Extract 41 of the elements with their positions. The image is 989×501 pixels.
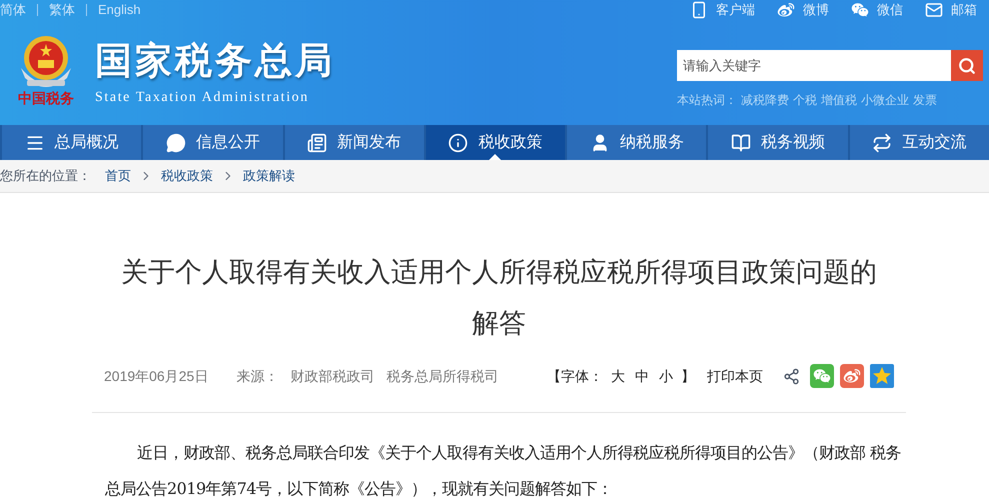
quick-link[interactable]: 邮箱 [925, 0, 977, 20]
print-link[interactable]: 打印本页 [707, 366, 763, 386]
weibo-icon [777, 1, 795, 19]
quick-link[interactable]: 客户端 [690, 0, 755, 20]
article-title: 关于个人取得有关收入适用个人所得税应税所得项目政策问题的解答 [120, 256, 878, 340]
font-size-option[interactable]: 小 [659, 366, 673, 386]
quick-link[interactable]: 微信 [851, 0, 903, 20]
speech-bubble-icon [166, 132, 186, 152]
breadcrumb-label: 您所在的位置： [0, 167, 91, 186]
wechat-share-icon[interactable] [810, 364, 834, 388]
logo-caption: 中国税务 [18, 92, 74, 106]
search-button[interactable] [951, 50, 983, 81]
publish-date: 2019年06月25日 [104, 366, 208, 386]
phone-icon [690, 1, 708, 19]
mail-icon [925, 1, 943, 19]
search-icon [958, 56, 976, 74]
star-share-icon[interactable] [870, 364, 894, 388]
source-name: 财政部税政司 [290, 366, 374, 386]
quick-link[interactable]: 微博 [777, 0, 829, 20]
exchange-arrows-icon [872, 132, 892, 152]
breadcrumb-link[interactable]: 税收政策 [161, 166, 213, 186]
nav-tab[interactable]: 税收政策 [424, 125, 566, 160]
site-title: 国家税务总局 [95, 42, 335, 79]
font-size-label: 【字体： [547, 366, 603, 386]
book-icon [731, 132, 752, 152]
share-icon[interactable] [783, 368, 800, 384]
newspaper-icon [307, 132, 328, 152]
hot-words-label: 本站热词： [677, 92, 737, 109]
search-field[interactable]: 请输入关键字 [677, 50, 951, 81]
breadcrumb-link[interactable]: 政策解读 [243, 166, 295, 186]
breadcrumb-link[interactable]: 首页 [105, 166, 131, 186]
source-name: 税务总局所得税司 [386, 366, 498, 386]
font-size-option[interactable]: 大 [611, 366, 625, 386]
font-size-bracket: 】 [681, 366, 695, 386]
site-subtitle: State Taxation Administration [95, 89, 310, 107]
wechat-icon [851, 1, 869, 19]
font-size-option[interactable]: 中 [635, 366, 649, 386]
weibo-share-icon[interactable] [840, 364, 864, 388]
article-paragraph: 近日，财政部、税务总局联合印发《关于个人取得有关收入适用个人所得税应税所得项目的公告》（财政部 税务总局公告2019年第74号，以下简称《公告》），现就有关问题解答如下： [104, 442, 902, 500]
source-label: 来源： [236, 366, 278, 386]
info-icon [448, 132, 468, 152]
